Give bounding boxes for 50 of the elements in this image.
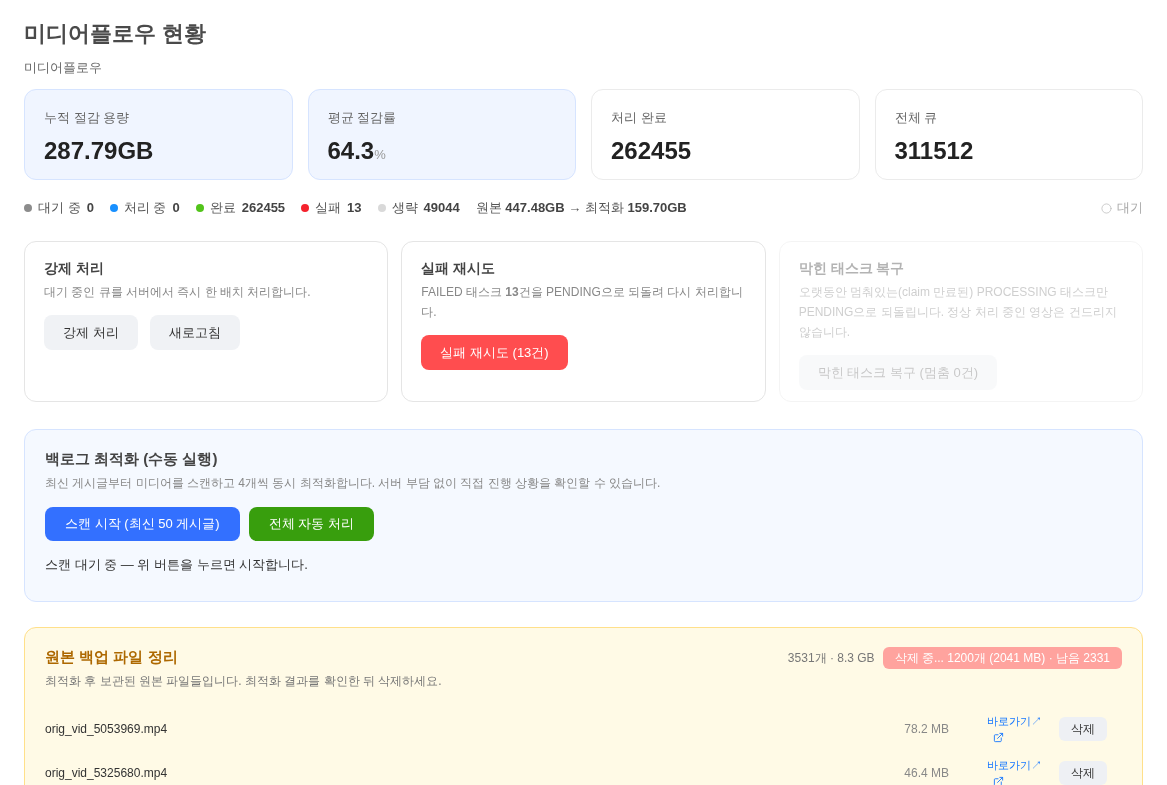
worker-state: 대기 bbox=[1117, 200, 1143, 216]
status-count: 262455 bbox=[241, 200, 286, 216]
external-link-icon bbox=[993, 732, 1004, 743]
deleting-badge: 삭제 중... 1200개 (2041 MB) · 남음 2331 bbox=[882, 647, 1122, 669]
panel-title: 백로그 최적화 (수동 실행) bbox=[45, 449, 219, 469]
action-button[interactable]: 강제 처리 bbox=[44, 315, 138, 350]
stat-label: 누적 절감 용량 bbox=[44, 109, 131, 127]
status-label: 완료 bbox=[209, 200, 236, 216]
status-label: 생략 bbox=[391, 200, 418, 216]
page-title: 미디어플로우 현황 bbox=[24, 20, 208, 48]
action-button[interactable]: 새로고침 bbox=[149, 315, 240, 350]
status-count: 0 bbox=[86, 200, 94, 216]
stat-label: 전체 큐 bbox=[894, 109, 939, 127]
panel-description: 최신 게시글부터 미디어를 스캔하고 4개씩 동시 최적화합니다. 서버 부담 없이 직접 진행 상황을 확인할 수 있습니다. bbox=[45, 475, 662, 492]
shortcut-link[interactable]: 바로가기↗ bbox=[987, 754, 1043, 785]
stat-value: 311512 bbox=[894, 136, 975, 166]
delete-button[interactable]: 삭제 bbox=[1059, 717, 1107, 741]
external-link-icon bbox=[993, 776, 1004, 785]
circle-icon bbox=[1101, 202, 1112, 214]
primary-button[interactable]: 스캔 시작 (최신 50 게시글) bbox=[45, 507, 240, 541]
status-label: 처리 중 bbox=[123, 200, 167, 216]
card-description: 대기 중인 큐를 서버에서 즉시 한 배치 처리합니다. bbox=[44, 284, 312, 301]
scan-status: 스캔 대기 중 — 위 버튼을 누르면 시작합니다. bbox=[45, 556, 309, 574]
file-size: 78.2 MB bbox=[904, 721, 949, 738]
stat-label: 처리 완료 bbox=[611, 109, 668, 127]
card-title: 막힌 태스크 복구 bbox=[798, 259, 906, 278]
status-count: 13 bbox=[347, 200, 362, 216]
card-title: 강제 처리 bbox=[44, 259, 105, 278]
stat-value: 287.79GB bbox=[44, 136, 155, 166]
page-subtitle: 미디어플로우 bbox=[24, 60, 103, 76]
file-name: orig_vid_5053969.mp4 bbox=[45, 721, 169, 738]
stat-value: 262455 bbox=[611, 136, 693, 166]
stat-label: 평균 절감률 bbox=[327, 109, 398, 127]
file-size: 46.4 MB bbox=[904, 765, 949, 782]
danger-button[interactable]: 실패 재시도 (13건) bbox=[421, 335, 568, 370]
success-button[interactable]: 전체 자동 처리 bbox=[248, 507, 374, 541]
status-count: 0 bbox=[172, 200, 180, 216]
status-count: 49044 bbox=[423, 200, 460, 216]
shortcut-link[interactable]: 바로가기↗ bbox=[987, 710, 1043, 748]
file-name: orig_vid_5325680.mp4 bbox=[45, 765, 169, 782]
delete-button[interactable]: 삭제 bbox=[1059, 761, 1107, 785]
card-title: 실패 재시도 bbox=[421, 259, 497, 278]
stat-value: 64.3% bbox=[327, 136, 387, 166]
status-label: 대기 중 bbox=[38, 200, 81, 216]
status-label: 실패 bbox=[315, 200, 342, 216]
panel-description: 최적화 후 보관된 원본 파일들입니다. 최적화 결과를 확인한 뒤 삭제하세요. bbox=[45, 673, 442, 690]
size-summary: 원본 447.48GB → 최적화 159.70GB bbox=[475, 200, 687, 216]
card-description: FAILED 태스크 13건을 PENDING으로 되돌려 다시 처리합니다. bbox=[421, 284, 744, 321]
backup-summary: 3531개 · 8.3 GB bbox=[787, 650, 875, 667]
panel-title: 원본 백업 파일 정리 bbox=[45, 647, 179, 667]
